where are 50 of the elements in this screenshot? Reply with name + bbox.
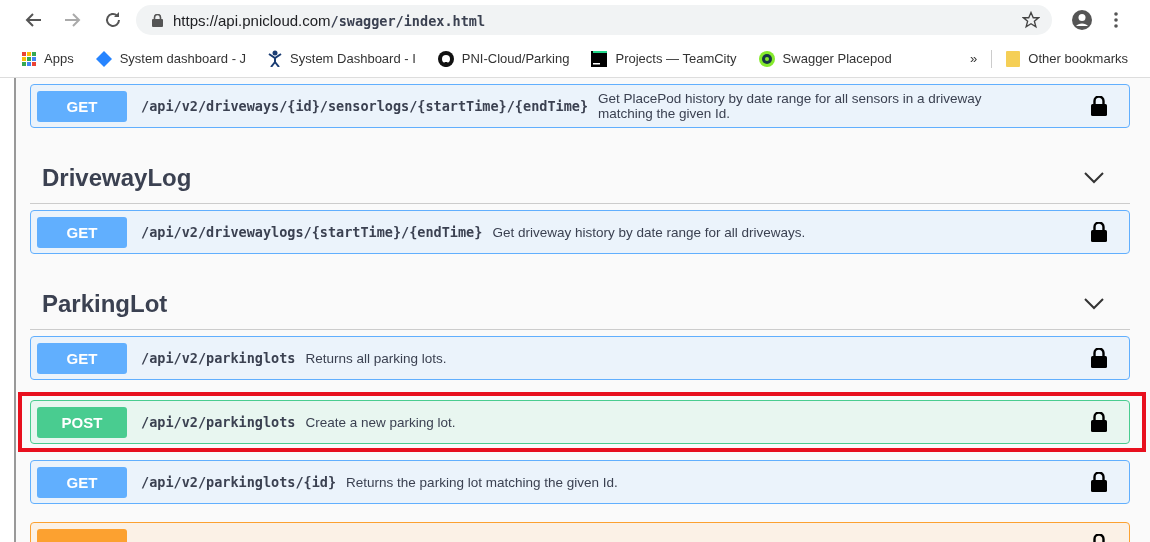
bookmark-item[interactable]: System dashboard - J (95, 50, 247, 67)
endpoint-path: /api/v2/parkinglots (141, 414, 296, 430)
operation-row[interactable]: GET /api/v2/parkinglots Returns all parking lots. (30, 336, 1130, 380)
endpoint-path: /api/v2/parkinglots (141, 350, 296, 366)
endpoint-path: /api/v2/driveways/{id}/sensorlogs/{startTime}/{endTime} (141, 98, 589, 114)
back-icon[interactable] (24, 12, 42, 28)
star-icon[interactable] (1022, 11, 1040, 29)
grid-icon (22, 51, 36, 66)
other-bookmarks-item[interactable]: Other bookmarks (1006, 50, 1128, 67)
section-title[interactable]: ParkingLot (42, 289, 168, 318)
menu-icon[interactable] (1114, 12, 1118, 28)
method-badge: GET (37, 466, 127, 498)
endpoint-path: /api/v2/drivewaylogs/{startTime}/{endTime} (141, 224, 483, 240)
reload-icon[interactable] (104, 11, 122, 29)
operation-row[interactable]: POST /api/v2/parkinglots Create a new parking lot. (30, 400, 1130, 444)
bookmark-item[interactable]: Apps (22, 51, 74, 66)
lock-icon[interactable] (1091, 96, 1107, 116)
swagger-icon (758, 50, 775, 67)
lock-icon[interactable] (1091, 348, 1107, 368)
bookmark-item[interactable]: System Dashboard - I (268, 50, 416, 67)
operation-row[interactable]: GET /api/v2/driveways/{id}/sensorlogs/{startTime}/{endTime} Get PlacePod history by date range for all sensors in a driveway matching the given Id. (30, 84, 1130, 128)
endpoint-summary: Returns the parking lot matching the given Id. (346, 474, 618, 490)
lock-icon[interactable] (1091, 412, 1107, 432)
method-badge: GET (37, 216, 127, 248)
lock-icon (152, 13, 163, 27)
endpoint-summary: Returns all parking lots. (305, 350, 447, 366)
bookmark-item[interactable]: Projects — TeamCity (591, 50, 737, 67)
endpoint-summary: Get PlacePod history by date range for all sensors in a driveway matching the given Id. (598, 91, 983, 121)
endpoint-summary: Create a new parking lot. (305, 414, 456, 430)
operation-row[interactable]: GET /api/v2/parkinglots/{id} Returns the parking lot matching the given Id. (30, 460, 1130, 504)
method-badge: POST (37, 406, 127, 438)
method-badge: GET (37, 342, 127, 374)
teamcity-icon (591, 50, 608, 67)
method-badge: GET (37, 90, 127, 122)
chevron-down-icon[interactable] (1084, 171, 1104, 184)
more-bookmarks-button[interactable]: » (970, 51, 978, 66)
lock-icon[interactable] (1091, 472, 1107, 492)
section-title[interactable]: DrivewayLog (42, 163, 192, 192)
operation-row[interactable]: GET /api/v2/drivewaylogs/{startTime}/{endTime} Get driveway history by date range for all driveways. (30, 210, 1130, 254)
endpoint-path: /api/v2/parkinglots/{id} (141, 474, 337, 490)
profile-icon[interactable] (1072, 10, 1092, 30)
chevron-down-icon[interactable] (1084, 297, 1104, 310)
lock-icon[interactable] (1091, 222, 1107, 242)
address-bar[interactable]: https://api.pnicloud.com/swagger/index.html (136, 5, 1052, 35)
figure-icon (268, 50, 283, 67)
folder-icon (1006, 50, 1021, 67)
diamond-icon (95, 50, 112, 67)
bookmark-item[interactable]: PNI-Cloud/Parking (437, 50, 570, 67)
endpoint-summary: Get driveway history by date range for all driveways. (492, 224, 806, 240)
bookmark-item[interactable]: Swagger Placepod (758, 50, 892, 67)
